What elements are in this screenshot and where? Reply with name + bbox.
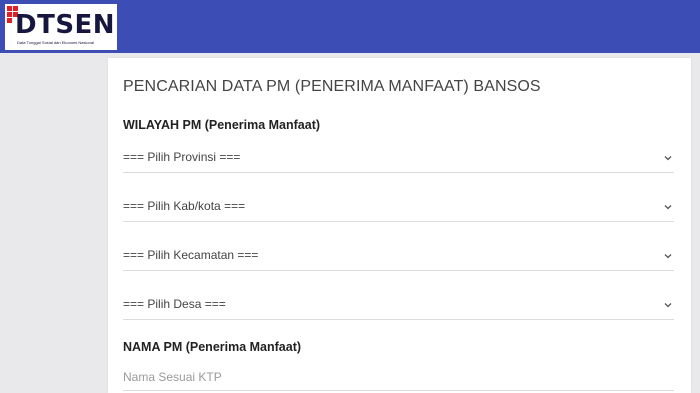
provinsi-select-value: === Pilih Provinsi === (123, 150, 241, 164)
kecamatan-select-value: === Pilih Kecamatan === (123, 248, 259, 262)
page-title: PENCARIAN DATA PM (PENERIMA MANFAAT) BAN… (123, 78, 541, 95)
nama-input[interactable] (123, 370, 663, 384)
wilayah-label: WILAYAH PM (Penerima Manfaat) (123, 118, 321, 132)
chevron-down-icon (664, 205, 672, 210)
chevron-down-icon (664, 254, 672, 259)
provinsi-select[interactable]: === Pilih Provinsi === (123, 148, 674, 173)
desa-select-value: === Pilih Desa === (123, 297, 226, 311)
nama-field[interactable] (123, 364, 674, 391)
desa-select[interactable]: === Pilih Desa === (123, 295, 674, 320)
kabkota-select-value: === Pilih Kab/kota === (123, 199, 246, 213)
kecamatan-select[interactable]: === Pilih Kecamatan === (123, 246, 674, 271)
top-bar: DTSEN Data Tunggal Sosial dan Ekonomi Na… (0, 0, 700, 53)
kabkota-select[interactable]: === Pilih Kab/kota === (123, 197, 674, 222)
nama-label: NAMA PM (Penerima Manfaat) (123, 340, 302, 354)
search-card: PENCARIAN DATA PM (PENERIMA MANFAAT) BAN… (108, 58, 691, 393)
dtsen-logo[interactable]: DTSEN Data Tunggal Sosial dan Ekonomi Na… (5, 4, 117, 50)
chevron-down-icon (664, 303, 672, 308)
logo-subtitle: Data Tunggal Sosial dan Ekonomi Nasional (17, 40, 94, 45)
logo-text: DTSEN (15, 10, 116, 40)
chevron-down-icon (664, 156, 672, 161)
